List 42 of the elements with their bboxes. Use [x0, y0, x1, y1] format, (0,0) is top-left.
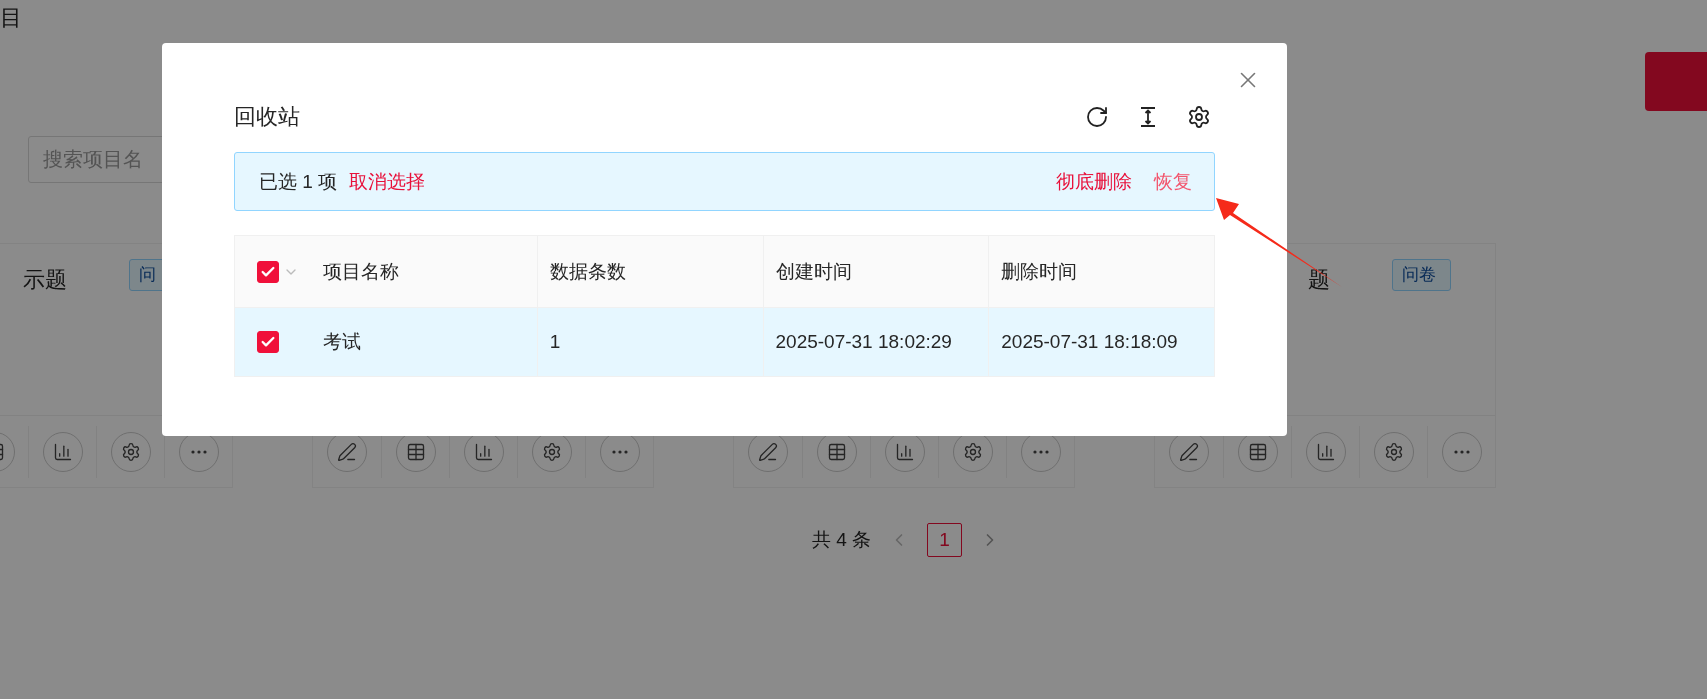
table-cell: 2025-07-31 18:18:09 — [988, 308, 1214, 376]
bar-chart-icon — [473, 441, 494, 462]
more-icon — [190, 449, 207, 454]
settings-icon — [541, 441, 562, 462]
pen-icon — [1179, 441, 1199, 462]
bar-chart-icon — [894, 441, 915, 462]
dialog-title: 回收站 — [234, 103, 300, 131]
table-icon — [1247, 441, 1268, 462]
table-cell: 1 — [536, 308, 763, 376]
more-icon — [1032, 449, 1049, 454]
settings-icon — [962, 441, 983, 462]
delete-link[interactable]: 彻底删除 — [1056, 168, 1132, 195]
total-count: 共 4 条 — [812, 528, 872, 552]
selected-count: 已选 1 项 — [259, 169, 338, 194]
column-header: 数据条数 — [536, 236, 763, 307]
card-title: 示题 — [22, 266, 67, 294]
card-title: 题 — [1307, 266, 1330, 294]
bar-chart-icon — [52, 441, 73, 462]
settings-button[interactable] — [1187, 105, 1211, 129]
settings-icon — [1383, 441, 1404, 462]
table-icon — [826, 441, 847, 462]
checkbox[interactable] — [257, 260, 279, 283]
table-cell: 2025-07-31 18:02:29 — [762, 308, 989, 376]
settings-icon — [120, 441, 141, 462]
bar-chart-icon — [1315, 441, 1336, 462]
clear-selection-link[interactable]: 取消选择 — [349, 168, 426, 195]
checkbox[interactable] — [257, 331, 279, 353]
restore-link[interactable]: 恢复 — [1154, 168, 1192, 195]
page-button[interactable]: 1 — [927, 523, 963, 557]
column-header: 创建时间 — [762, 236, 989, 307]
pen-icon — [337, 441, 357, 462]
pen-icon — [758, 441, 778, 462]
more-icon — [611, 449, 628, 454]
more-icon — [1453, 449, 1470, 454]
column-header: 项目名称 — [322, 259, 400, 284]
page-heading: 目 — [0, 4, 23, 32]
column-header: 删除时间 — [988, 236, 1214, 307]
table-cell-text: 考试 — [322, 330, 362, 354]
table-icon — [405, 441, 426, 462]
table-row[interactable]: 考试 1 2025-07-31 18:02:29 2025-07-31 18:18:09 — [235, 308, 1214, 376]
refresh-button[interactable] — [1085, 105, 1109, 129]
type-tag: 问卷 — [1392, 259, 1451, 291]
